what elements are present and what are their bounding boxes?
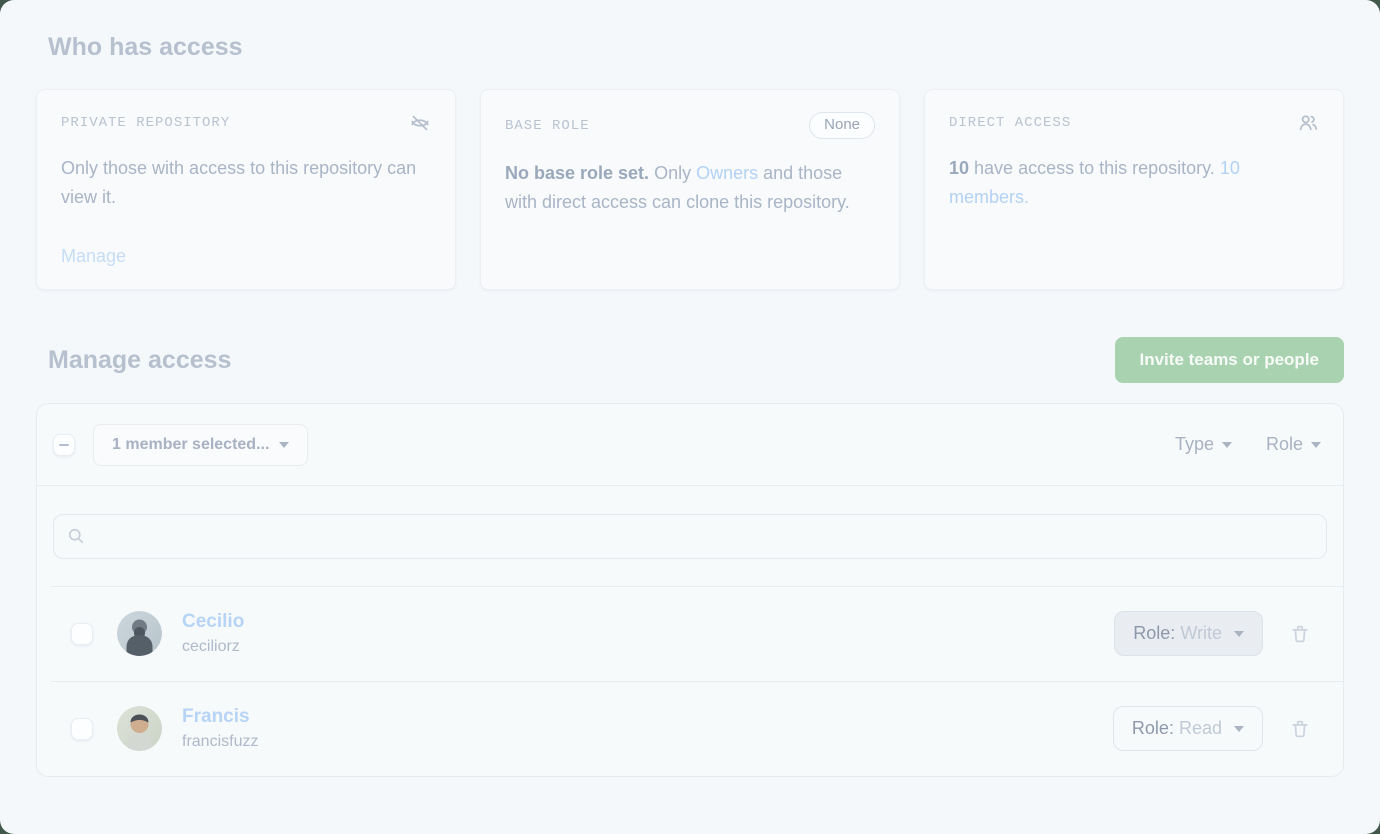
access-summary-cards: PRIVATE REPOSITORY Only those with acces…	[36, 89, 1344, 290]
member-checkbox[interactable]	[71, 623, 93, 645]
member-username: francisfuzz	[182, 733, 258, 751]
owners-link[interactable]: Owners	[696, 163, 758, 183]
member-username: ceciliorz	[182, 638, 244, 656]
private-repository-card: PRIVATE REPOSITORY Only those with acces…	[36, 89, 456, 290]
search-icon	[66, 526, 86, 546]
page-title: Who has access	[48, 33, 1332, 62]
eye-off-icon	[409, 112, 431, 134]
member-checkbox[interactable]	[71, 718, 93, 740]
base-role-badge: None	[809, 112, 875, 139]
member-row-francis: Francis francisfuzz Role: Read	[37, 681, 1343, 776]
base-role-bold-text: No base role set.	[505, 163, 649, 183]
private-repository-text: Only those with access to this repositor…	[61, 158, 416, 207]
direct-access-card: DIRECT ACCESS 10 have access to this rep…	[924, 89, 1344, 290]
member-name-link[interactable]: Cecilio	[182, 611, 244, 633]
manage-access-bar: Manage access Invite teams or people	[36, 337, 1344, 383]
type-filter-dropdown[interactable]: Type	[1175, 434, 1232, 455]
direct-access-label: DIRECT ACCESS	[949, 115, 1071, 131]
chevron-down-icon	[279, 442, 289, 448]
chevron-down-icon	[1311, 442, 1321, 448]
avatar[interactable]	[117, 611, 162, 656]
table-header: 1 member selected... Type Role	[37, 404, 1343, 486]
private-repository-label: PRIVATE REPOSITORY	[61, 115, 230, 131]
base-role-label: BASE ROLE	[505, 118, 590, 134]
member-row-cecilio: Cecilio ceciliorz Role: Write	[37, 586, 1343, 681]
settings-page: Who has access PRIVATE REPOSITORY Only t…	[0, 0, 1380, 834]
search-section	[37, 486, 1343, 586]
base-role-card: BASE ROLE None No base role set. Only Ow…	[480, 89, 900, 290]
role-filter-dropdown[interactable]: Role	[1266, 434, 1321, 455]
manage-link[interactable]: Manage	[61, 246, 126, 267]
base-role-text: Only	[649, 163, 696, 183]
direct-access-count: 10	[949, 158, 969, 178]
member-name-link[interactable]: Francis	[182, 706, 258, 728]
remove-member-button[interactable]	[1289, 718, 1311, 740]
role-dropdown-write[interactable]: Role: Write	[1114, 611, 1263, 656]
selected-members-dropdown[interactable]: 1 member selected...	[93, 424, 308, 466]
avatar[interactable]	[117, 706, 162, 751]
direct-access-text: have access to this repository.	[969, 158, 1220, 178]
role-dropdown-read[interactable]: Role: Read	[1113, 706, 1263, 751]
search-input[interactable]	[53, 514, 1327, 559]
dash-icon	[59, 444, 69, 446]
chevron-down-icon	[1234, 726, 1244, 732]
invite-teams-or-people-button[interactable]: Invite teams or people	[1115, 337, 1345, 383]
select-all-checkbox[interactable]	[53, 434, 75, 456]
remove-member-button[interactable]	[1289, 623, 1311, 645]
chevron-down-icon	[1234, 631, 1244, 637]
trash-icon	[1289, 718, 1311, 740]
trash-icon	[1289, 623, 1311, 645]
collaborators-table: 1 member selected... Type Role	[36, 403, 1344, 777]
people-icon	[1297, 112, 1319, 134]
manage-access-title: Manage access	[48, 346, 231, 375]
chevron-down-icon	[1222, 442, 1232, 448]
